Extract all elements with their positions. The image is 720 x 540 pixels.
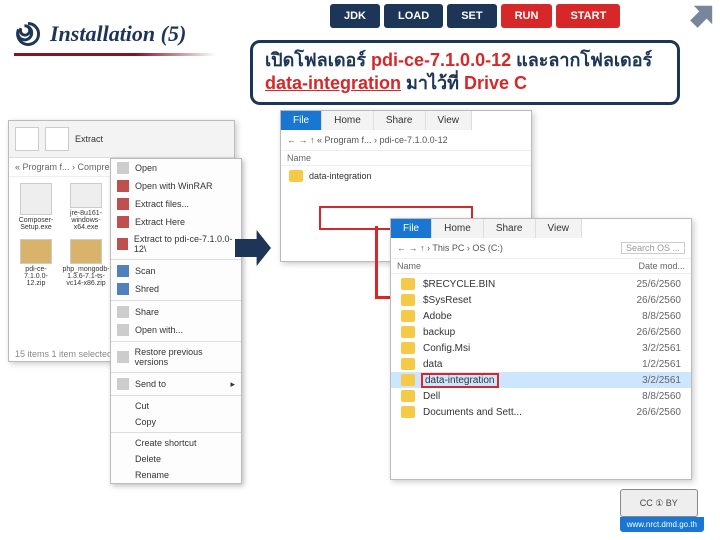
ctx-sendto[interactable]: Send to▸ [111,375,241,393]
list-item[interactable]: Adobe8/8/2560 [391,308,691,324]
tab-file[interactable]: File [391,219,432,238]
swirl-icon [14,20,42,48]
nav-jdk[interactable]: JDK [330,4,380,28]
tab-view[interactable]: View [426,111,473,130]
corner-decoration [685,0,720,33]
ctx-openwr[interactable]: Open with WinRAR [111,177,241,195]
instr-t3: และลากโฟลเดอร์ [511,50,652,70]
tabbar: File Home Share View [281,111,531,130]
context-menu: Open Open with WinRAR Extract files... E… [110,158,242,484]
list-item[interactable]: backup26/6/2560 [391,324,691,340]
cc-badge: CC ① BY www.nrct.dmd.go.th [620,489,704,532]
column-headers: Name Date mod... [391,259,691,274]
ctx-exto[interactable]: Extract to pdi-ce-7.1.0.0-12\ [111,231,241,257]
list-item[interactable]: Dell8/8/2560 [391,388,691,404]
ctx-copy[interactable]: Copy [111,414,241,430]
ctx-openwith[interactable]: Open with... [111,321,241,339]
file-item[interactable]: Composer-Setup.exe [15,183,57,231]
ctx-rename[interactable]: Rename [111,467,241,483]
ctx-delete[interactable]: Delete [111,451,241,467]
address-bar[interactable]: ← → ↑ › This PC › OS (C:) Search OS ... [391,238,691,259]
tab-home[interactable]: Home [432,219,484,238]
address-bar[interactable]: ← → ↑ « Program f... › pdi-ce-7.1.0.0-12 [281,130,531,151]
ctx-exhere[interactable]: Extract Here [111,213,241,231]
tab-file[interactable]: File [281,111,322,130]
tab-home[interactable]: Home [322,111,374,130]
folder-name: data-integration [309,171,372,181]
highlight-line [375,226,378,296]
page-title: Installation (5) [50,21,186,47]
nav-load[interactable]: LOAD [384,4,443,28]
instruction-box: เปิดโฟลเดอร์ pdi-ce-7.1.0.0-12 และลากโฟล… [250,40,680,105]
col-name[interactable]: Name [397,261,421,271]
page-title-wrap: Installation (5) [14,20,186,54]
list-item[interactable]: Config.Msi3/2/2561 [391,340,691,356]
cc-url: www.nrct.dmd.go.th [620,517,704,532]
nav-set[interactable]: SET [447,4,496,28]
ctx-restore[interactable]: Restore previous versions [111,344,241,370]
cc-icon: CC ① BY [620,489,698,517]
file-item[interactable]: php_mongodb-1.3.6-7.1-ts-vc14-x86.zip [65,239,107,287]
nav-run[interactable]: RUN [501,4,553,28]
ctx-shortcut[interactable]: Create shortcut [111,435,241,451]
ctx-shred[interactable]: Shred [111,280,241,298]
col-date[interactable]: Date mod... [638,261,685,271]
explorer-window-3: File Home Share View ← → ↑ › This PC › O… [390,218,692,480]
search-input[interactable]: Search OS ... [621,242,685,254]
column-header[interactable]: Name [281,151,531,166]
file-item-selected[interactable]: pdi-ce-7.1.0.0-12.zip [15,239,57,287]
tab-share[interactable]: Share [374,111,426,130]
instr-t2: pdi-ce-7.1.0.0-12 [371,50,511,70]
ctx-extract[interactable]: Extract files... [111,195,241,213]
ribbon: Extract [9,121,234,158]
nav-pills: JDK LOAD SET RUN START [330,4,620,28]
ribbon-extract[interactable]: Extract [75,134,103,144]
folder-icon [289,170,303,182]
tab-view[interactable]: View [536,219,583,238]
instr-t4: data-integration [265,73,401,93]
list-item[interactable]: $RECYCLE.BIN25/6/2560 [391,276,691,292]
ribbon-btn[interactable] [45,127,69,151]
list-item-highlighted[interactable]: data-integration3/2/2561 [391,372,691,388]
instr-t5: มาไว้ที่ [401,73,464,93]
list-item[interactable]: $SysReset26/6/2560 [391,292,691,308]
tabbar: File Home Share View [391,219,691,238]
ctx-share[interactable]: Share [111,303,241,321]
tab-share[interactable]: Share [484,219,536,238]
list-item[interactable]: data1/2/2561 [391,356,691,372]
file-item[interactable]: jre-8u161-windows-x64.exe [65,183,107,231]
folder-row[interactable]: data-integration [281,166,531,186]
ctx-cut[interactable]: Cut [111,398,241,414]
nav-start[interactable]: START [556,4,620,28]
ctx-scan[interactable]: Scan [111,262,241,280]
instr-t1: เปิดโฟลเดอร์ [265,50,371,70]
ctx-open[interactable]: Open [111,159,241,177]
file-list: $RECYCLE.BIN25/6/2560 $SysReset26/6/2560… [391,274,691,422]
instr-t6: Drive C [464,73,527,93]
list-item[interactable]: Documents and Sett...26/6/2560 [391,404,691,420]
ribbon-btn[interactable] [15,127,39,151]
